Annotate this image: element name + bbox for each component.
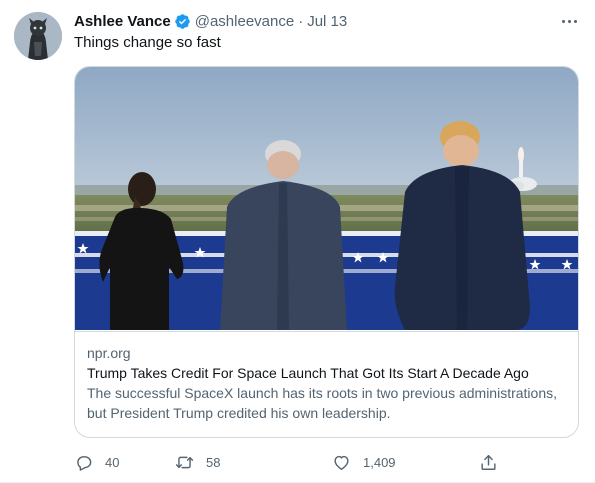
user-avatar-icon (14, 12, 62, 60)
tweet-actions: 40 58 1,409 (74, 450, 504, 474)
share-icon (481, 454, 496, 470)
author-handle[interactable]: @ashleevance (195, 13, 294, 30)
tweet[interactable]: Ashlee Vance @ashleevance · Jul 13 Thing… (0, 0, 595, 483)
tweet-header: Ashlee Vance @ashleevance · Jul 13 (74, 11, 347, 31)
separator-dot: · (298, 12, 304, 30)
like-count: 1,409 (363, 454, 396, 470)
card-body[interactable]: npr.org Trump Takes Credit For Space Lau… (75, 331, 578, 437)
retweet-count: 58 (206, 454, 221, 470)
reply-count: 40 (105, 454, 120, 470)
more-options-icon[interactable] (559, 14, 579, 28)
reply-icon (77, 455, 92, 471)
card-description: The successful SpaceX launch has its roo… (87, 385, 558, 421)
like-button[interactable]: 1,409 (332, 450, 396, 474)
card-title[interactable]: Trump Takes Credit For Space Launch That… (87, 363, 566, 383)
timestamp[interactable]: Jul 13 (307, 13, 347, 30)
retweet-button[interactable]: 58 (175, 450, 220, 474)
retweet-icon (175, 456, 194, 468)
tweet-text: Things change so fast (74, 34, 221, 51)
heart-icon (334, 455, 349, 470)
avatar[interactable] (14, 12, 62, 60)
card-image[interactable] (75, 67, 578, 330)
verified-badge-icon (174, 13, 191, 30)
author-name[interactable]: Ashlee Vance (74, 13, 171, 30)
link-card[interactable]: npr.org Trump Takes Credit For Space Lau… (74, 66, 579, 438)
card-domain: npr.org (87, 345, 131, 361)
share-button[interactable] (479, 450, 498, 474)
reply-button[interactable]: 40 (74, 450, 119, 474)
